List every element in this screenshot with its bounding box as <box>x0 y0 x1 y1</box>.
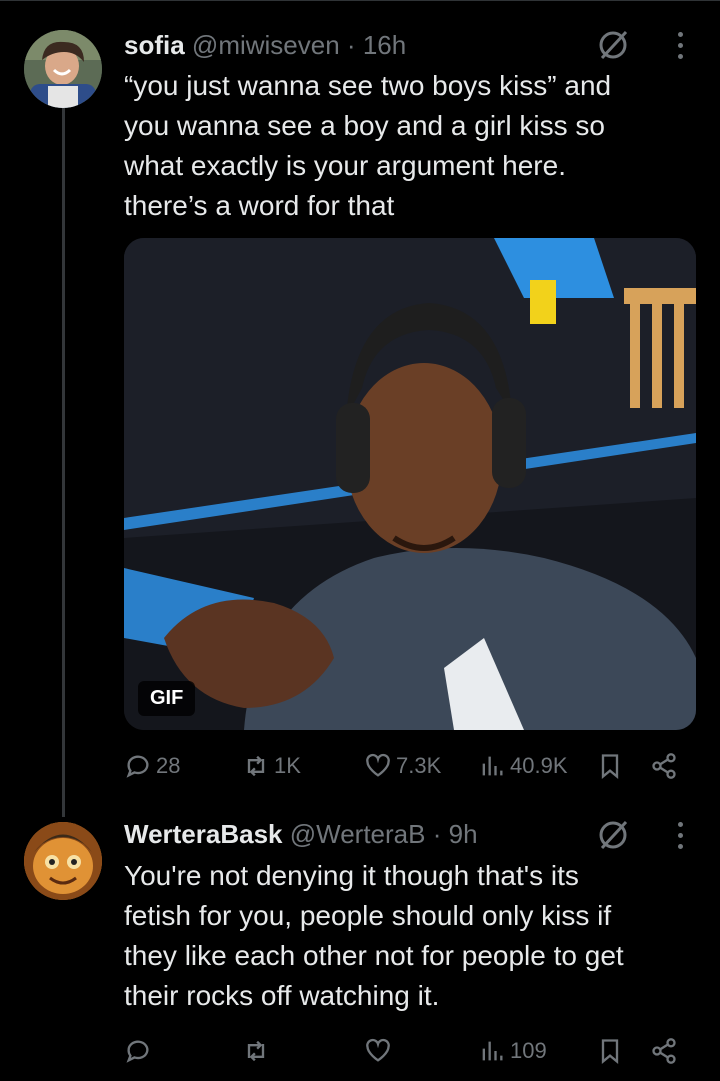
tweet-header: WerteraBask @WerteraB · 9h <box>124 819 478 850</box>
tweet-actions: 109 <box>124 1031 694 1071</box>
like-button[interactable] <box>364 1031 396 1071</box>
avatar[interactable] <box>24 822 102 900</box>
tweet-header: sofia @miwiseven · 16h <box>124 30 406 61</box>
repost-arrows-icon <box>247 1040 265 1062</box>
tweet-actions: 28 1K 7.3K 40.9K <box>124 746 694 786</box>
views-count: 40.9K <box>510 753 568 778</box>
views-button[interactable]: 40.9K <box>478 746 568 786</box>
user-handle[interactable]: @miwiseven <box>192 30 340 60</box>
heart-icon <box>366 1038 390 1062</box>
tweet-text-line: they like each other not for people to g… <box>124 940 624 971</box>
like-button[interactable]: 7.3K <box>364 746 441 786</box>
views-button[interactable]: 109 <box>478 1031 547 1071</box>
tweet-text-line: there’s a word for that <box>124 190 395 221</box>
reply-button[interactable] <box>124 1031 156 1071</box>
tweet-text-line: You're not denying it though that's its <box>124 860 579 891</box>
bookmark-icon <box>601 1039 619 1064</box>
bookmark-button[interactable] <box>596 1031 624 1071</box>
thread-connector-line <box>62 102 65 817</box>
bookmark-button[interactable] <box>596 746 624 786</box>
like-count: 7.3K <box>396 753 442 778</box>
timestamp[interactable]: 16h <box>363 30 406 60</box>
separator: · <box>346 30 356 60</box>
bar-chart-icon <box>482 1041 503 1061</box>
more-vertical-icon[interactable] <box>675 32 685 64</box>
tweet-text: “you just wanna see two boys kiss” and y… <box>124 66 694 226</box>
separator: · <box>432 819 442 849</box>
gif-badge: GIF <box>138 681 196 716</box>
share-button[interactable] <box>650 1031 678 1071</box>
bookmark-icon <box>601 754 619 779</box>
avatar-photo <box>24 822 102 900</box>
gif-frame-image <box>124 238 696 730</box>
more-vertical-icon[interactable] <box>675 822 685 854</box>
share-nodes-icon <box>652 1038 676 1064</box>
views-count: 109 <box>510 1038 547 1063</box>
tweet-text-line: fetish for you, people should only kiss … <box>124 900 612 931</box>
speech-bubble-icon <box>126 755 149 778</box>
tweet-text-line: what exactly is your argument here. <box>124 150 566 181</box>
reply-button[interactable]: 28 <box>124 746 180 786</box>
reply-count: 28 <box>156 753 181 778</box>
heart-icon <box>366 753 390 777</box>
bar-chart-icon <box>482 756 503 776</box>
timestamp[interactable]: 9h <box>449 819 478 849</box>
user-handle[interactable]: @WerteraB <box>290 819 426 849</box>
avatar-photo <box>24 30 102 108</box>
top-divider <box>0 0 720 1</box>
repost-arrows-icon <box>247 755 265 777</box>
display-name[interactable]: sofia <box>124 30 185 60</box>
tweet-text-line: their rocks off watching it. <box>124 980 440 1011</box>
repost-count: 1K <box>274 753 301 778</box>
tweet-text-line: “you just wanna see two boys kiss” and <box>124 70 612 101</box>
repost-button[interactable]: 1K <box>242 746 301 786</box>
display-name[interactable]: WerteraBask <box>124 819 283 849</box>
tweet-text-line: you wanna see a boy and a girl kiss so <box>124 110 605 141</box>
avatar[interactable] <box>24 30 102 108</box>
speech-bubble-icon <box>126 1040 149 1063</box>
grok-slash-icon[interactable] <box>596 818 630 852</box>
share-button[interactable] <box>650 746 678 786</box>
share-nodes-icon <box>652 753 676 779</box>
tweet-text: You're not denying it though that's its … <box>124 856 704 1016</box>
grok-slash-icon[interactable] <box>596 28 630 62</box>
repost-button[interactable] <box>242 1031 274 1071</box>
gif-media[interactable]: GIF <box>124 238 696 730</box>
